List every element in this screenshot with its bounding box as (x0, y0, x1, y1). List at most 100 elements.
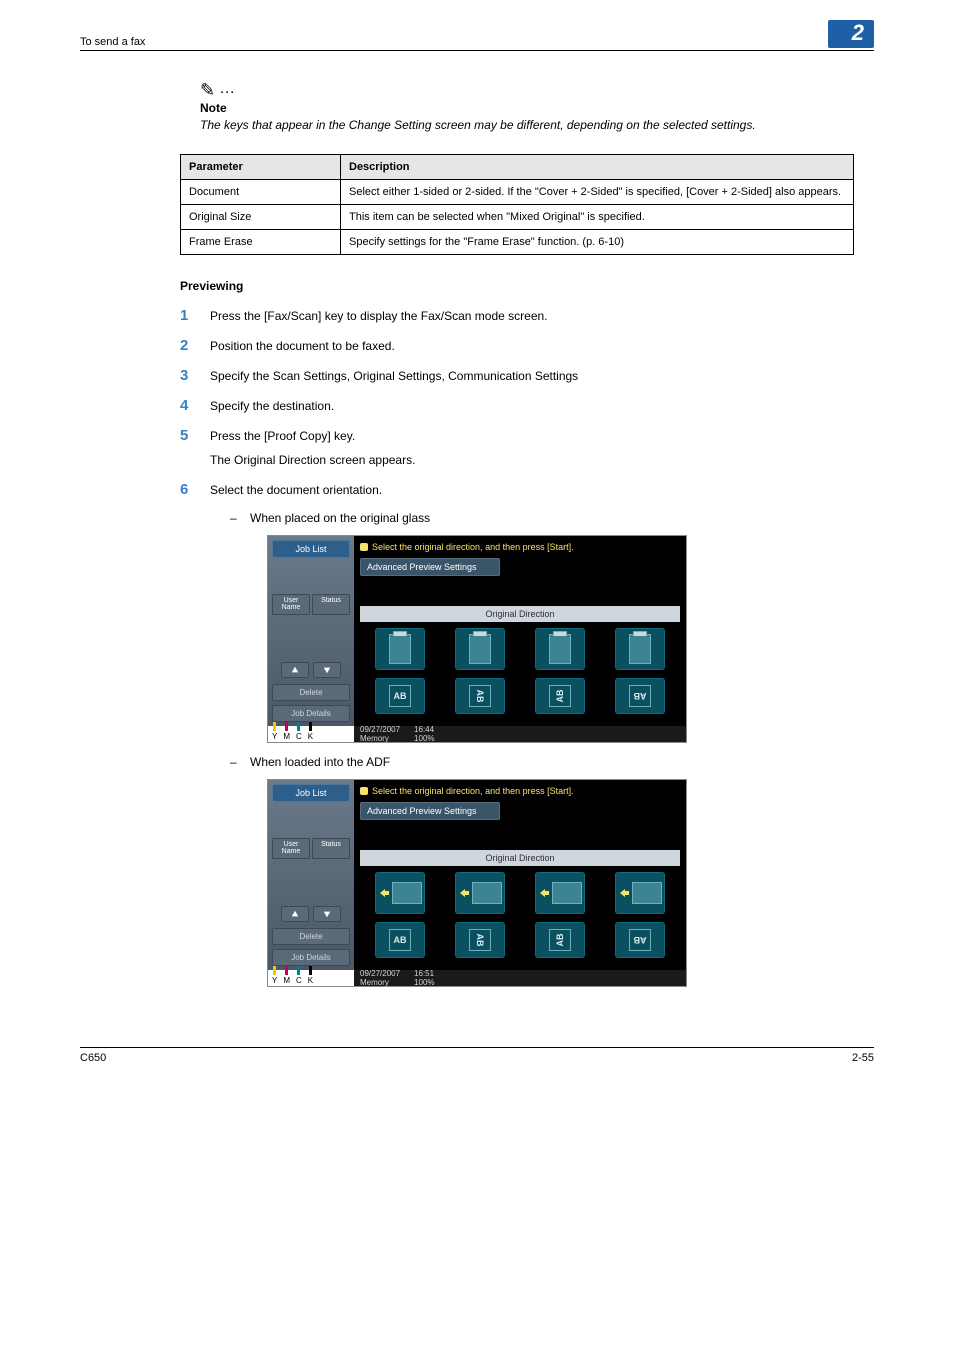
note-block: ✎ … Note The keys that appear in the Cha… (200, 81, 854, 134)
step-number: 5 (180, 427, 210, 469)
ab-icon: AB (629, 685, 651, 707)
table-row: Document Select either 1-sided or 2-side… (181, 179, 854, 204)
memory-value: 100% (414, 978, 434, 987)
direction-ab-4[interactable]: AB (615, 922, 665, 958)
direction-adf-4[interactable] (615, 872, 665, 914)
original-direction-label: Original Direction (360, 850, 680, 866)
instruction-text: Select the original direction, and then … (360, 784, 680, 802)
original-direction-label: Original Direction (360, 606, 680, 622)
delete-button[interactable]: Delete (272, 928, 350, 945)
feed-arrow-icon (458, 888, 470, 898)
screenshot-time: 16:51 (414, 969, 434, 978)
table-header-description: Description (341, 154, 854, 179)
direction-portrait-4[interactable] (615, 628, 665, 670)
job-list-button[interactable]: Job List (272, 784, 350, 802)
scroll-up-button[interactable] (281, 662, 309, 678)
note-pen-icon: ✎ (200, 81, 215, 99)
sub-bullet-glass: When placed on the original glass (250, 511, 430, 525)
ab-icon: AB (469, 685, 491, 707)
step-number: 3 (180, 367, 210, 385)
table-row: Original Size This item can be selected … (181, 204, 854, 229)
job-list-button[interactable]: Job List (272, 540, 350, 558)
step-number: 6 (180, 481, 210, 499)
param-cell: Document (181, 179, 341, 204)
scroll-up-button[interactable] (281, 906, 309, 922)
step-number: 2 (180, 337, 210, 355)
step-text: Press the [Proof Copy] key. (210, 427, 854, 445)
desc-cell: This item can be selected when "Mixed Or… (341, 204, 854, 229)
direction-ab-1[interactable]: AB (375, 678, 425, 714)
toner-indicator: Y M C K (268, 970, 354, 986)
step-text: Press the [Fax/Scan] key to display the … (210, 307, 854, 325)
ab-icon: AB (389, 929, 411, 951)
direction-ab-2[interactable]: AB (455, 922, 505, 958)
screenshot-time: 16:44 (414, 725, 434, 734)
job-details-button[interactable]: Job Details (272, 949, 350, 966)
direction-ab-1[interactable]: AB (375, 922, 425, 958)
screenshot-date: 09/27/2007 (360, 969, 400, 978)
direction-ab-2[interactable]: AB (455, 678, 505, 714)
chapter-number: 2 (828, 20, 874, 48)
feed-arrow-icon (538, 888, 550, 898)
section-heading: Previewing (180, 279, 874, 293)
memory-label: Memory (360, 978, 389, 987)
device-screenshot-glass: Job List User Name Status Delete Job Det… (267, 535, 687, 743)
breadcrumb: To send a fax (80, 36, 145, 48)
note-label: Note (200, 101, 854, 115)
delete-button[interactable]: Delete (272, 684, 350, 701)
device-screenshot-adf: Job List User Name Status Delete Job Det… (267, 779, 687, 987)
param-cell: Frame Erase (181, 229, 341, 254)
advanced-preview-button[interactable]: Advanced Preview Settings (360, 558, 500, 576)
user-name-button[interactable]: User Name (272, 838, 310, 859)
desc-cell: Specify settings for the "Frame Erase" f… (341, 229, 854, 254)
ab-icon: AB (549, 929, 571, 951)
step-number: 4 (180, 397, 210, 415)
status-button[interactable]: Status (312, 838, 350, 859)
direction-portrait-1[interactable] (375, 628, 425, 670)
step-text: Select the document orientation. (210, 481, 854, 499)
direction-ab-4[interactable]: AB (615, 678, 665, 714)
step-text: Specify the Scan Settings, Original Sett… (210, 367, 854, 385)
advanced-preview-button[interactable]: Advanced Preview Settings (360, 802, 500, 820)
header-rule (80, 50, 874, 51)
step-text: Specify the destination. (210, 397, 854, 415)
memory-value: 100% (414, 734, 434, 743)
ab-icon: AB (549, 685, 571, 707)
footer-model: C650 (80, 1052, 106, 1064)
table-header-parameter: Parameter (181, 154, 341, 179)
step-text: Position the document to be faxed. (210, 337, 854, 355)
step-number: 1 (180, 307, 210, 325)
direction-portrait-2[interactable] (455, 628, 505, 670)
param-cell: Original Size (181, 204, 341, 229)
instruction-text: Select the original direction, and then … (360, 540, 680, 558)
feed-arrow-icon (618, 888, 630, 898)
bullet-dash: – (230, 755, 250, 769)
direction-adf-2[interactable] (455, 872, 505, 914)
direction-ab-3[interactable]: AB (535, 922, 585, 958)
ab-icon: AB (469, 929, 491, 951)
step-after-text: The Original Direction screen appears. (210, 451, 854, 469)
scroll-down-button[interactable] (313, 906, 341, 922)
scroll-down-button[interactable] (313, 662, 341, 678)
bullet-dash: – (230, 511, 250, 525)
ab-icon: AB (389, 685, 411, 707)
direction-adf-3[interactable] (535, 872, 585, 914)
note-text: The keys that appear in the Change Setti… (200, 117, 854, 134)
job-details-button[interactable]: Job Details (272, 705, 350, 722)
table-row: Frame Erase Specify settings for the "Fr… (181, 229, 854, 254)
memory-label: Memory (360, 734, 389, 743)
desc-cell: Select either 1-sided or 2-sided. If the… (341, 179, 854, 204)
note-dots-icon: … (219, 81, 237, 99)
direction-ab-3[interactable]: AB (535, 678, 585, 714)
ab-icon: AB (629, 929, 651, 951)
parameter-table: Parameter Description Document Select ei… (180, 154, 854, 255)
screenshot-date: 09/27/2007 (360, 725, 400, 734)
feed-arrow-icon (378, 888, 390, 898)
footer-page: 2-55 (852, 1052, 874, 1064)
direction-adf-1[interactable] (375, 872, 425, 914)
user-name-button[interactable]: User Name (272, 594, 310, 615)
direction-portrait-3[interactable] (535, 628, 585, 670)
sub-bullet-adf: When loaded into the ADF (250, 755, 390, 769)
toner-indicator: Y M C K (268, 726, 354, 742)
status-button[interactable]: Status (312, 594, 350, 615)
